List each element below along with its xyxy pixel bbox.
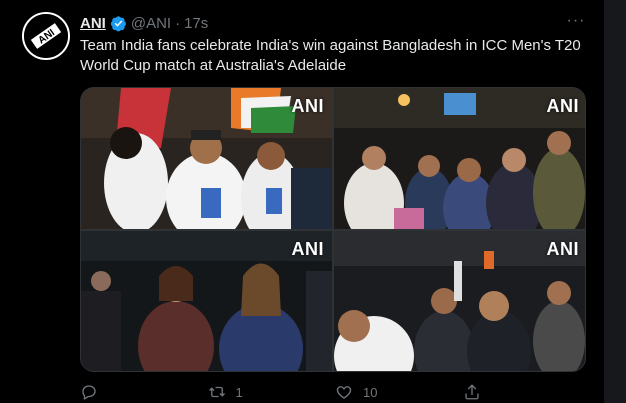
retweet-button[interactable]: 1 — [208, 383, 336, 401]
retweet-count: 1 — [235, 384, 243, 400]
tweet-header: ANI @ANI · 17s — [80, 14, 208, 32]
author-name[interactable]: ANI — [80, 15, 106, 32]
retweet-icon — [208, 386, 225, 398]
tweet-card[interactable]: ANI ANI @ANI · 17s ··· Team India fans c… — [0, 0, 604, 403]
like-icon — [336, 386, 352, 399]
more-options-button[interactable]: ··· — [566, 13, 586, 31]
reply-icon — [82, 385, 96, 400]
separator-dot: · — [175, 14, 181, 32]
tweet-actions: 1 10 — [80, 381, 590, 403]
watermark: ANI — [546, 96, 579, 116]
share-icon — [464, 384, 479, 400]
like-count: 10 — [363, 384, 378, 400]
like-button[interactable]: 10 — [335, 383, 463, 401]
reply-button[interactable] — [80, 383, 208, 401]
media-photo-3[interactable]: ANI — [81, 231, 332, 371]
verified-badge-icon — [110, 15, 126, 31]
tweet-text: Team India fans celebrate India's win ag… — [80, 37, 581, 74]
page-border — [604, 0, 626, 403]
watermark: ANI — [291, 96, 324, 116]
watermark: ANI — [291, 239, 324, 259]
media-photo-2[interactable]: ANI — [334, 88, 585, 229]
media-photo-1[interactable]: ANI — [81, 88, 332, 229]
timestamp[interactable]: 17s — [184, 15, 208, 32]
author-handle[interactable]: @ANI — [131, 15, 171, 32]
media-photo-4[interactable]: ANI — [334, 231, 585, 371]
avatar[interactable]: ANI — [22, 12, 70, 60]
share-button[interactable] — [463, 383, 591, 401]
watermark: ANI — [546, 239, 579, 259]
ani-logo-icon: ANI — [24, 14, 68, 58]
media-grid: ANI ANI ANI ANI — [80, 87, 586, 372]
more-icon: ··· — [566, 12, 586, 29]
